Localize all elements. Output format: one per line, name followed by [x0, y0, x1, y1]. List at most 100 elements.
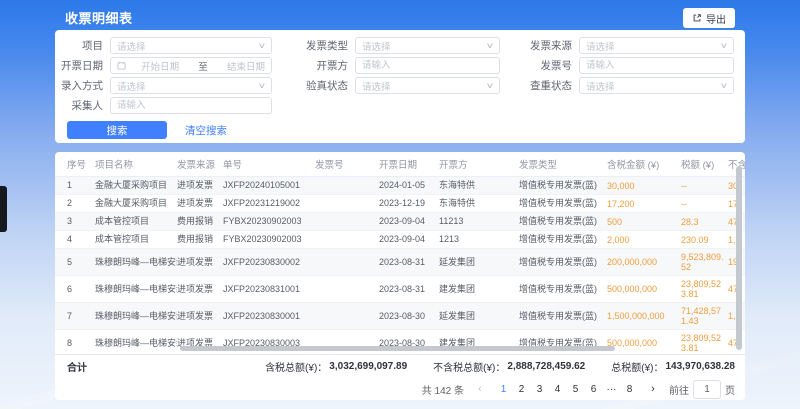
sum-with-tax-value: 3,032,699,097.89 [329, 361, 407, 372]
pagination-total: 共 142 条 [422, 382, 464, 397]
cell-tax: 23,809,523.81 [681, 330, 728, 355]
invoice-type-select[interactable]: 请选择 ∨ [355, 37, 500, 54]
cell-tax: -- [681, 177, 728, 195]
invoice-date-range-input[interactable]: 开始日期 至 结束日期 [110, 57, 272, 74]
duplicate-status-select[interactable]: 请选择 ∨ [579, 77, 734, 94]
table-scroll-area: 序号项目名称发票来源单号发票号开票日期开票方发票类型含税金额 (¥)税额 (¥)… [55, 152, 745, 354]
page-number-8[interactable]: 8 [622, 384, 637, 395]
cell-project: 珠穆朗玛峰—电梯安装 [95, 330, 177, 355]
entry-method-placeholder: 请选择 [117, 79, 259, 93]
cell-tax: 9,523,809.52 [681, 249, 728, 276]
filter-label-duplicate-status: 查重状态 [500, 78, 579, 93]
duplicate-status-placeholder: 请选择 [586, 79, 721, 93]
filter-panel: 项目 请选择 ∨ 发票类型 请选择 ∨ 发票来源 请选择 ∨ [55, 30, 745, 143]
cell-amount_with_tax: 30,000 [607, 177, 681, 195]
invoice-no-input[interactable] [579, 57, 734, 74]
collector-input[interactable] [110, 97, 272, 114]
page-number-3[interactable]: 3 [532, 384, 547, 395]
table-row: 2金融大厦采购项目进项发票JXFP202312190022023-12-19东海… [55, 195, 745, 213]
cell-tax: -- [681, 195, 728, 213]
invoice-table-body: 1金融大厦采购项目进项发票JXFP202401050012024-01-05东海… [55, 177, 745, 355]
filter-label-invoice-source: 发票来源 [500, 38, 579, 53]
sum-with-tax-label: 含税总额(¥)： [265, 359, 327, 374]
page-number-2[interactable]: 2 [514, 384, 529, 395]
column-header-8: 含税金额 (¥) [607, 152, 681, 177]
pagination-bar: 共 142 条 ‹ 123456···8 › 前往 页 [55, 377, 745, 400]
chevron-down-icon: ∨ [258, 41, 267, 50]
cell-project: 成本管控项目 [95, 213, 177, 231]
cell-invoice_no [315, 177, 379, 195]
cell-issuer: 东海特供 [439, 195, 519, 213]
cell-type: 增值税专用发票(蓝) [519, 303, 607, 330]
cell-source: 进项发票 [177, 177, 223, 195]
issuer-input[interactable] [355, 57, 500, 74]
cell-project: 珠穆朗玛峰—电梯安装 [95, 249, 177, 276]
cell-source: 费用报销 [177, 213, 223, 231]
cell-invoice_no [315, 276, 379, 303]
page-number-6[interactable]: 6 [586, 384, 601, 395]
goto-label: 前往 [669, 382, 689, 397]
cell-invoice_no [315, 303, 379, 330]
column-header-4: 发票号 [315, 152, 379, 177]
goto-page-input[interactable] [693, 380, 721, 399]
table-row: 1金融大厦采购项目进项发票JXFP202401050012024-01-05东海… [55, 177, 745, 195]
table-row: 7珠穆朗玛峰—电梯安装进项发票JXFP202308300012023-08-30… [55, 303, 745, 330]
cell-date: 2023-12-19 [379, 195, 439, 213]
cell-date: 2024-01-05 [379, 177, 439, 195]
cell-source: 进项发票 [177, 195, 223, 213]
project-select[interactable]: 请选择 ∨ [110, 37, 272, 54]
cell-issuer: 延发集团 [439, 303, 519, 330]
cell-type: 增值税专用发票(蓝) [519, 249, 607, 276]
cell-no: 1 [55, 177, 95, 195]
filter-label-verify-status: 验真状态 [272, 78, 355, 93]
column-header-0: 序号 [55, 152, 95, 177]
sum-without-tax-label: 不含税总额(¥)： [433, 359, 505, 374]
cell-type: 增值税专用发票(蓝) [519, 177, 607, 195]
chevron-down-icon: ∨ [720, 81, 729, 90]
cell-order_no: FYBX20230902003 [223, 231, 315, 249]
cell-type: 增值税专用发票(蓝) [519, 195, 607, 213]
cell-order_no: JXFP20231219002 [223, 195, 315, 213]
summary-row: 合计 含税总额(¥)： 3,032,699,097.89 不含税总额(¥)： 2… [55, 354, 745, 377]
cell-project: 金融大厦采购项目 [95, 177, 177, 195]
clear-search-button[interactable]: 清空搜索 [185, 123, 227, 138]
vertical-scrollbar[interactable] [736, 166, 742, 350]
cell-issuer: 1213 [439, 231, 519, 249]
column-header-5: 开票日期 [379, 152, 439, 177]
cell-issuer: 东海特供 [439, 177, 519, 195]
cell-date: 2023-09-04 [379, 231, 439, 249]
cell-invoice_no [315, 195, 379, 213]
page-number-4[interactable]: 4 [550, 384, 565, 395]
start-date-placeholder: 开始日期 [141, 59, 179, 73]
cell-no: 8 [55, 330, 95, 355]
horizontal-scrollbar[interactable] [180, 346, 615, 351]
cell-tax: 28.3 [681, 213, 728, 231]
page-number-5[interactable]: 5 [568, 384, 583, 395]
cell-order_no: JXFP20230830001 [223, 303, 315, 330]
entry-method-select[interactable]: 请选择 ∨ [110, 77, 272, 94]
cell-amount_with_tax: 2,000 [607, 231, 681, 249]
page-ellipsis[interactable]: ··· [604, 384, 619, 395]
filter-label-invoice-type: 发票类型 [272, 38, 355, 53]
prev-page-button[interactable]: ‹ [474, 383, 486, 395]
cell-no: 4 [55, 231, 95, 249]
column-header-1: 项目名称 [95, 152, 177, 177]
page-number-1[interactable]: 1 [496, 384, 511, 395]
column-header-6: 开票方 [439, 152, 519, 177]
next-page-button[interactable]: › [647, 383, 659, 395]
column-header-9: 税额 (¥) [681, 152, 728, 177]
export-button-label: 导出 [706, 11, 726, 26]
pagination-pages: 123456···8 [496, 384, 637, 395]
goto-page-unit: 页 [725, 382, 735, 397]
cell-project: 珠穆朗玛峰—电梯安装 [95, 276, 177, 303]
end-date-placeholder: 结束日期 [227, 59, 265, 73]
cell-invoice_no [315, 231, 379, 249]
cell-no: 5 [55, 249, 95, 276]
search-button[interactable]: 搜索 [67, 121, 167, 139]
column-header-7: 发票类型 [519, 152, 607, 177]
verify-status-select[interactable]: 请选择 ∨ [355, 77, 500, 94]
filter-label-issuer: 开票方 [272, 58, 355, 73]
cell-amount_with_tax: 1,500,000,000 [607, 303, 681, 330]
export-button[interactable]: 导出 [683, 8, 735, 28]
invoice-source-select[interactable]: 请选择 ∨ [579, 37, 734, 54]
